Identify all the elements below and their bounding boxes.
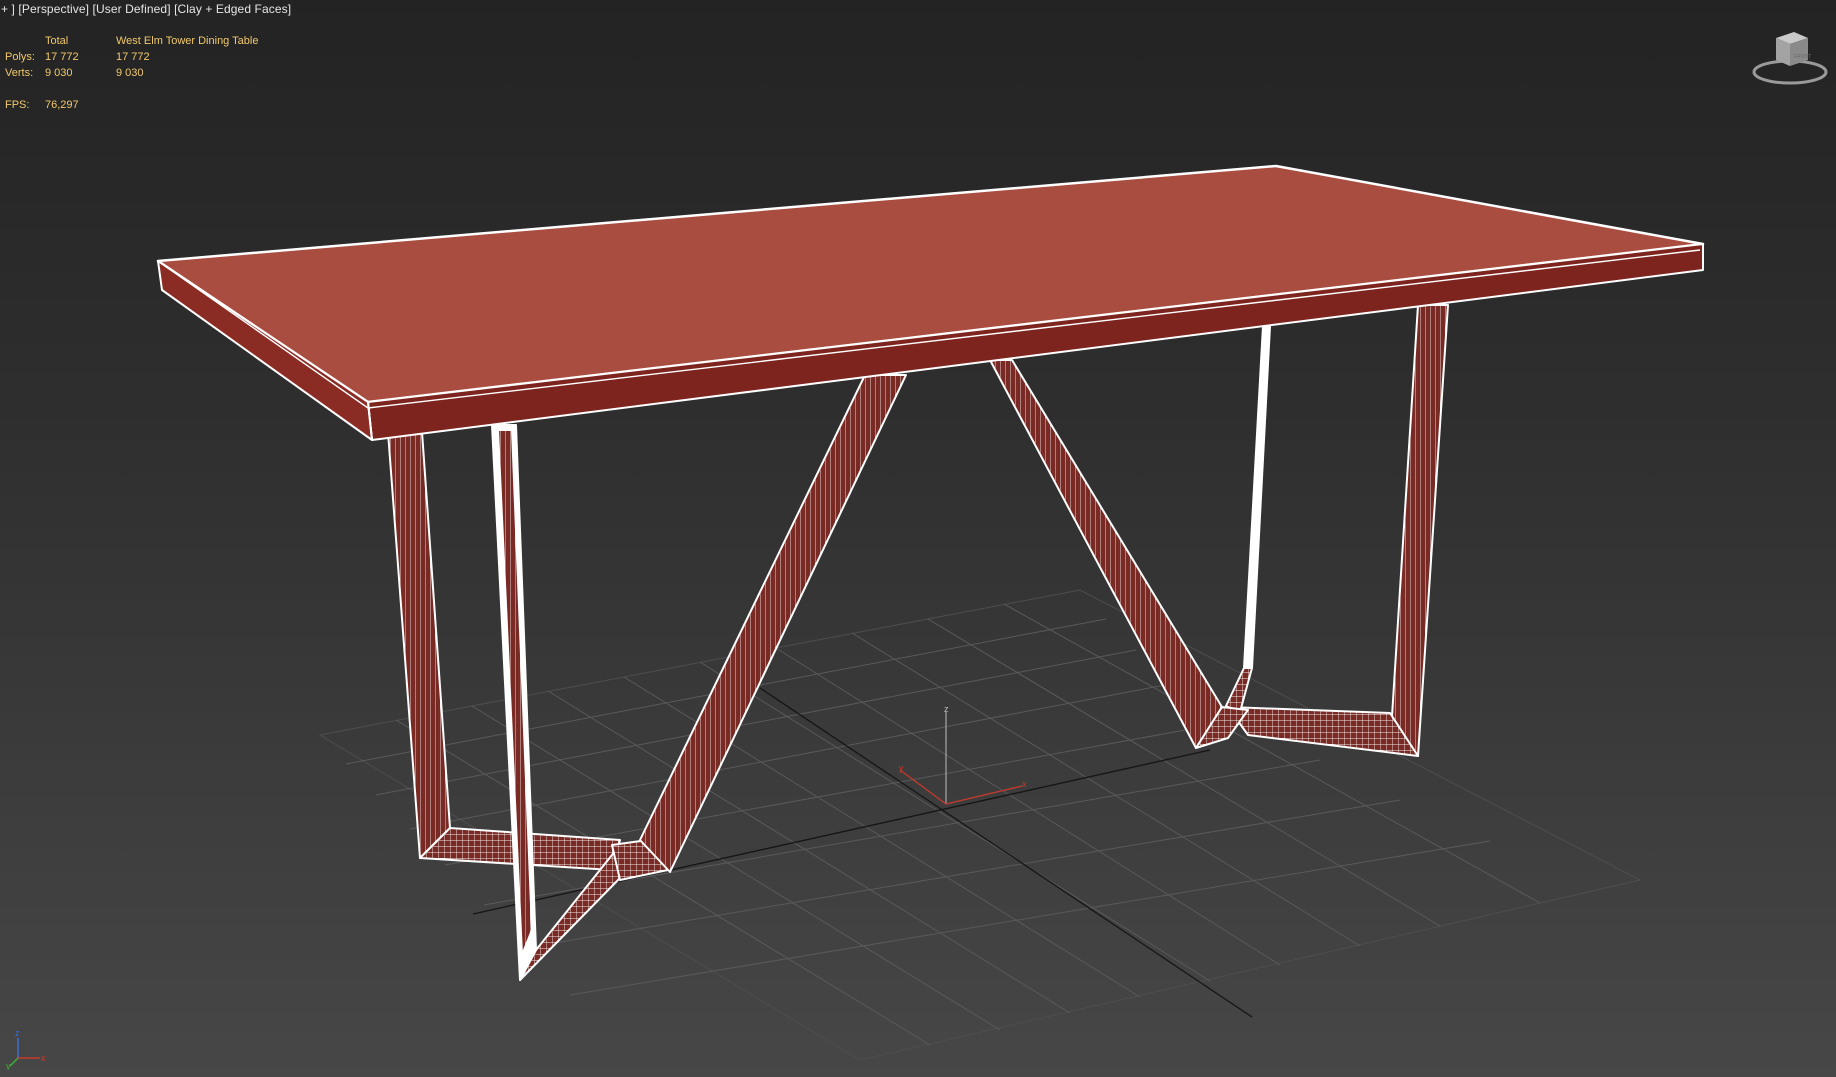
viewport-bracket-separator: ] [	[85, 2, 96, 16]
viewport-bracket-separator: ] [	[11, 2, 22, 16]
stats-object-header: West Elm Tower Dining Table	[116, 35, 259, 47]
axis-tripod-icon: z x y	[6, 1028, 46, 1070]
axis-z-label: z	[15, 1028, 20, 1038]
world-origin-gizmo: y x z	[899, 704, 1027, 805]
stats-polys-total: 17 772	[45, 51, 79, 63]
viewcube-face-label: FRONT	[1794, 54, 1811, 60]
viewport-display-menu[interactable]: Clay + Edged Faces	[178, 2, 288, 16]
stats-verts-label: Verts:	[5, 67, 34, 79]
back-right-foot	[1227, 706, 1419, 757]
front-left-leg	[387, 431, 451, 859]
stats-polys-label: Polys:	[5, 51, 35, 63]
back-leg-frame	[989, 304, 1449, 757]
axis-y-label: y	[6, 1061, 11, 1070]
stats-fps-value: 76,297	[45, 99, 79, 111]
back-knee	[1225, 667, 1253, 713]
front-leg-frame	[387, 374, 907, 981]
viewport-bracket-separator: ] [	[167, 2, 178, 16]
axis-x-label: x	[41, 1053, 46, 1063]
viewcube-icon[interactable]: FRONT	[1750, 28, 1830, 88]
back-center-diagonal-leg	[989, 359, 1223, 749]
perspective-viewport[interactable]: y x z +] [Perspective] [User Defined] […	[0, 0, 1836, 1077]
svg-text:x: x	[1022, 779, 1027, 789]
back-right-leg	[1389, 304, 1449, 757]
stats-verts-total: 9 030	[45, 67, 73, 79]
viewport-view-menu[interactable]: Perspective	[22, 2, 86, 16]
svg-text:y: y	[899, 763, 904, 773]
back-thin-rod	[1243, 325, 1271, 669]
viewport-shading-menu[interactable]: User Defined	[96, 2, 167, 16]
front-long-diagonal-leg	[639, 374, 907, 873]
scene-canvas[interactable]: y x z	[0, 0, 1836, 1077]
stats-total-header: Total	[45, 35, 69, 47]
stats-polys-object: 17 772	[116, 51, 150, 63]
table-top	[156, 164, 1705, 441]
viewport-label: + ] [Perspective] [User Defined] [Clay +…	[1, 2, 291, 16]
svg-text:z: z	[944, 704, 949, 714]
viewport-bracket-close: ]	[287, 2, 292, 16]
stats-verts-object: 9 030	[116, 67, 144, 79]
stats-fps-label: FPS:	[5, 99, 30, 111]
viewport-menu-button[interactable]: +	[1, 2, 8, 16]
